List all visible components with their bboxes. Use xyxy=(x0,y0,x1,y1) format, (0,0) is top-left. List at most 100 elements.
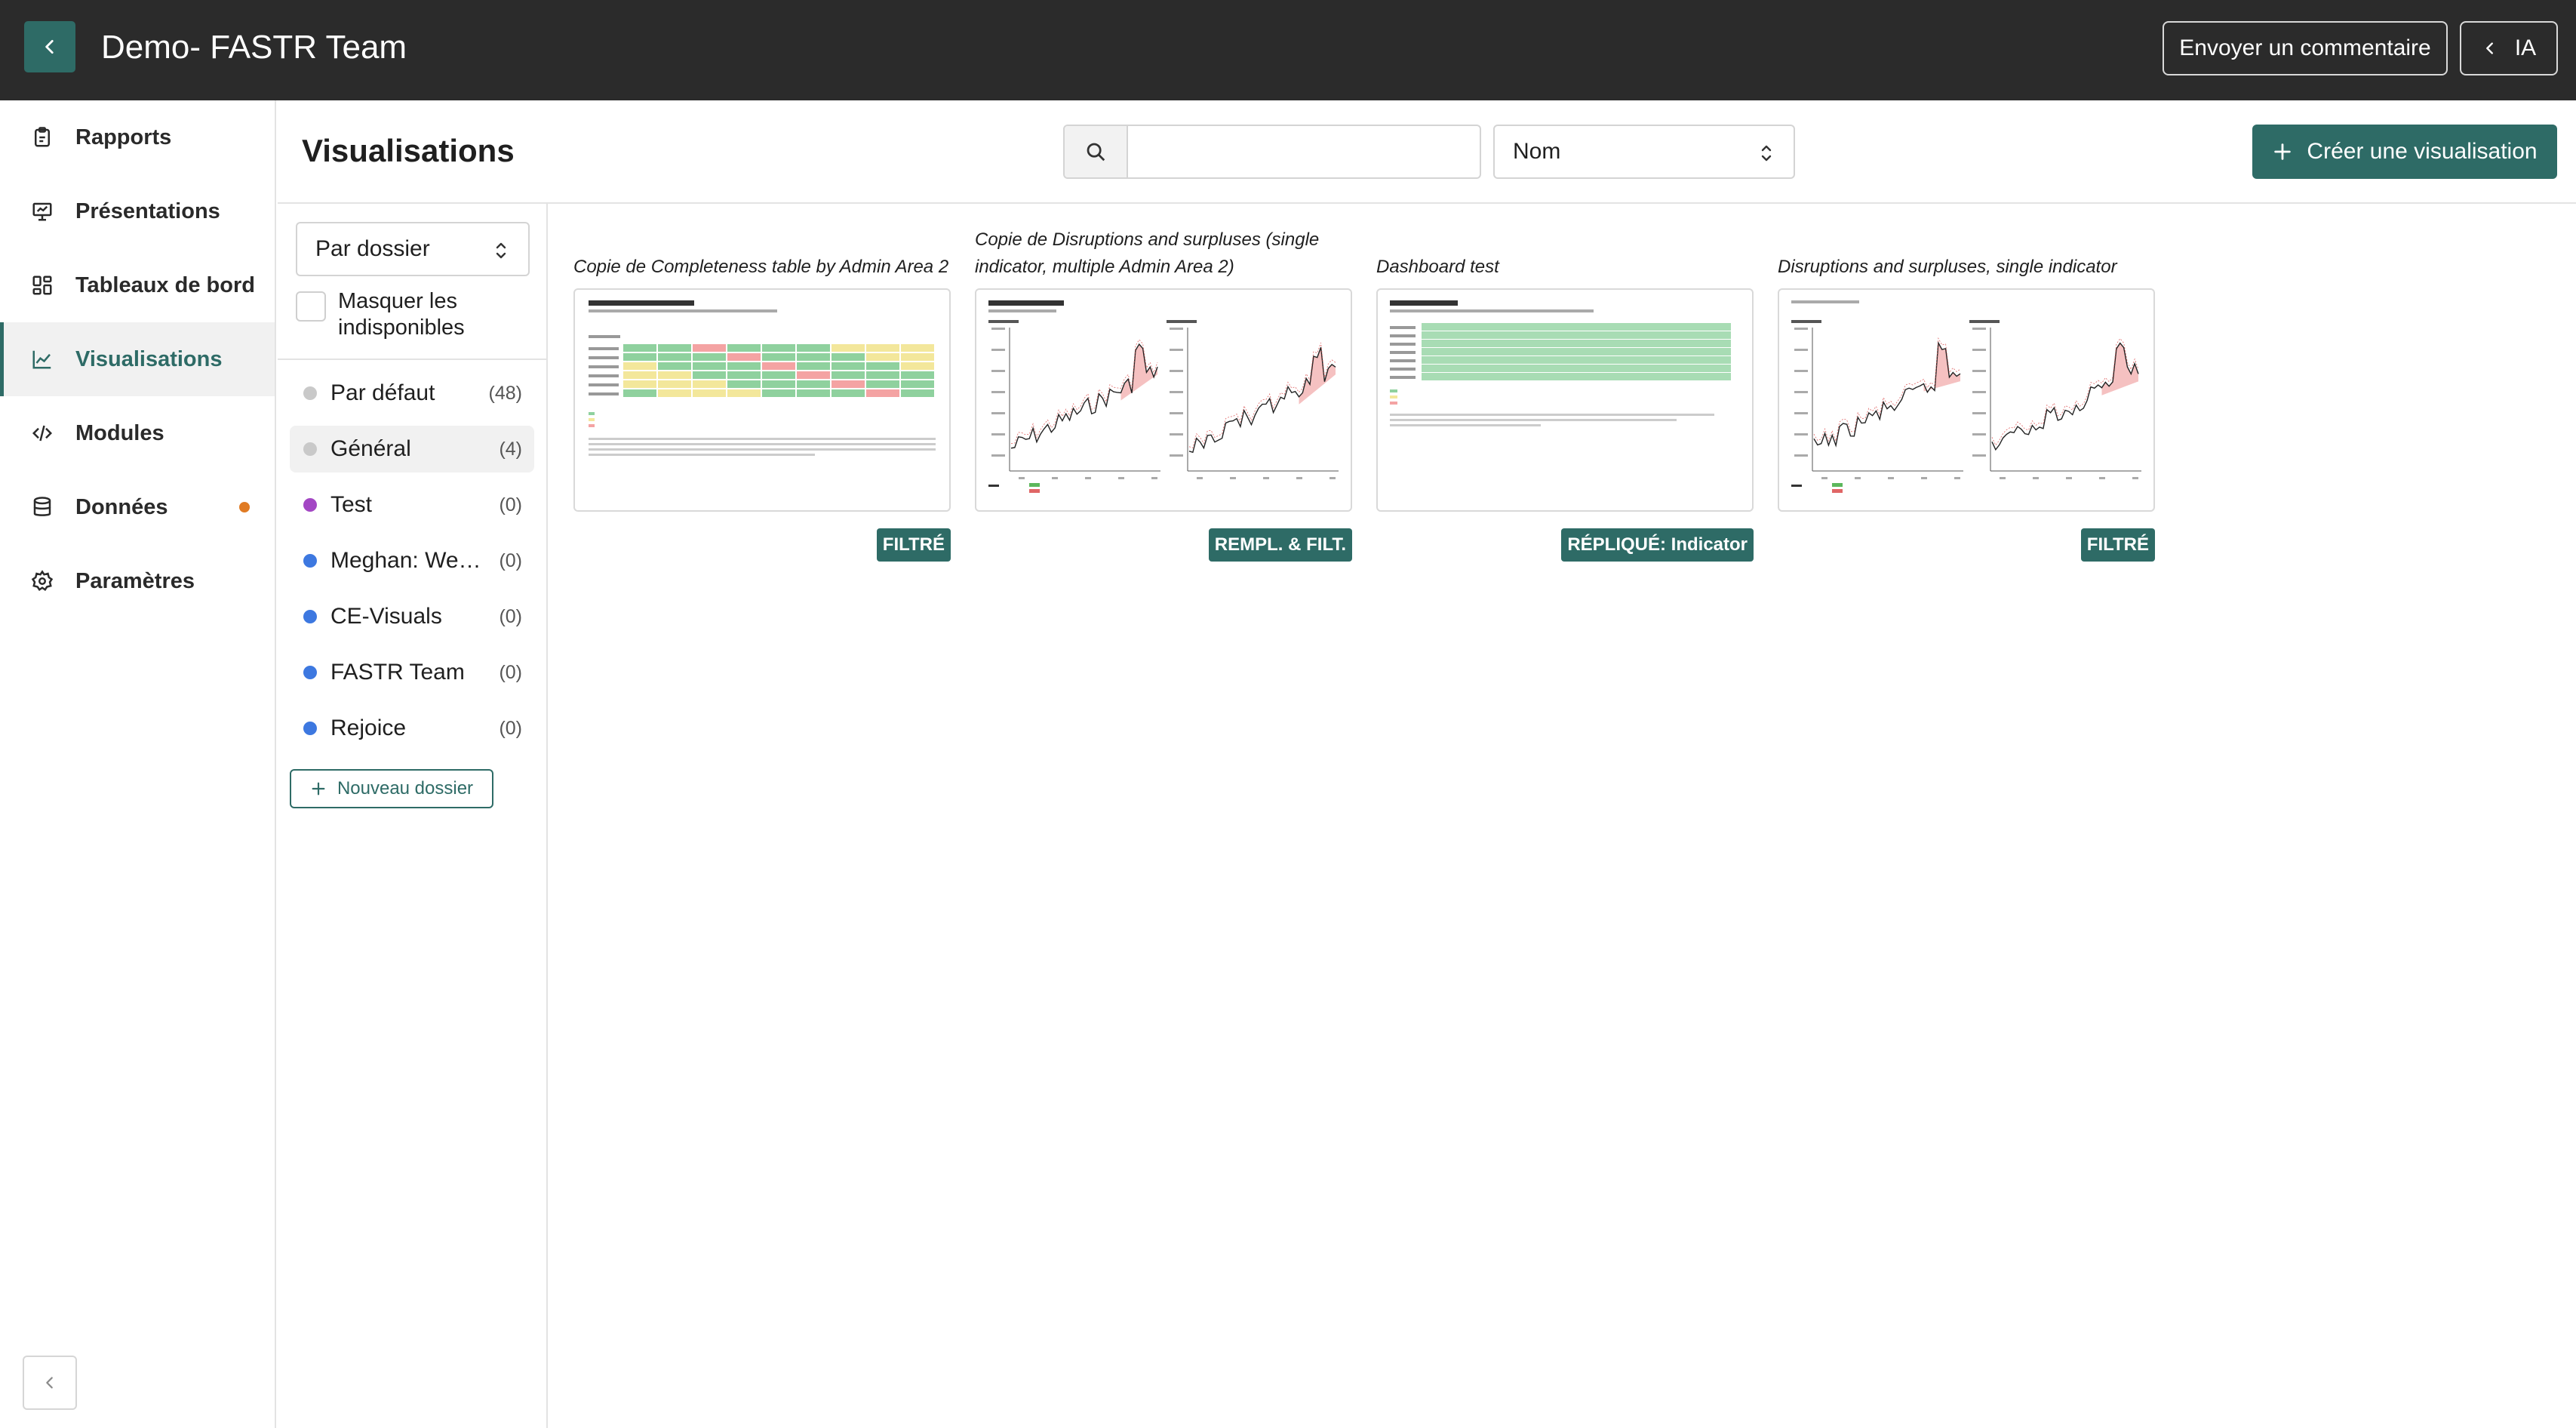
sidebar-item-label: Rapports xyxy=(75,125,172,149)
card-status-badge: FILTRÉ xyxy=(2080,528,2155,562)
plus-icon xyxy=(2274,143,2292,160)
folder-name: FASTR Team xyxy=(330,660,465,685)
line-chart-thumbnail-image xyxy=(988,300,1339,493)
divider xyxy=(278,359,546,360)
plus-icon xyxy=(312,782,325,796)
folder-color-dot xyxy=(303,442,317,456)
folder-name: Meghan: Webinar visuals xyxy=(330,548,489,573)
sidebar-item-label: Tableaux de bord xyxy=(75,272,255,297)
dqa-table-thumbnail-image xyxy=(1390,300,1731,426)
folder-count: (0) xyxy=(499,549,522,571)
chevron-left-icon xyxy=(45,40,54,54)
folder-count: (0) xyxy=(499,661,522,683)
folder-count: (0) xyxy=(499,605,522,627)
ia-label: IA xyxy=(2514,35,2537,60)
folder-item-rejoice[interactable]: Rejoice (0) xyxy=(290,705,534,752)
folder-count: (0) xyxy=(499,717,522,739)
folder-count: (48) xyxy=(488,382,522,404)
folder-item-ce-visuals[interactable]: CE-Visuals (0) xyxy=(290,593,534,640)
sidebar-item-tableaux-de-bord[interactable]: Tableaux de bord xyxy=(0,248,275,322)
new-folder-button[interactable]: Nouveau dossier xyxy=(290,769,493,808)
sidebar-item-modules[interactable]: Modules xyxy=(0,396,275,470)
sidebar-item-label: Modules xyxy=(75,420,164,445)
folder-name: Par défaut xyxy=(330,380,435,405)
folder-count: (4) xyxy=(499,438,522,460)
folder-item-test[interactable]: Test (0) xyxy=(290,482,534,528)
sidebar-item-label: Visualisations xyxy=(75,346,223,371)
sidebar-item-rapports[interactable]: Rapports xyxy=(0,100,275,174)
status-badge xyxy=(239,502,250,512)
page-title: Visualisations xyxy=(302,133,515,168)
hide-unavailable-label: Masquer les indisponibles xyxy=(338,289,465,340)
card-status-badge: FILTRÉ xyxy=(876,528,951,562)
folder-count: (0) xyxy=(499,494,522,515)
report-icon xyxy=(30,125,54,149)
folder-color-dot xyxy=(303,666,317,679)
folder-panel: Par dossier Masquer les indisponibles Pa… xyxy=(278,204,548,1428)
folder-name: Général xyxy=(330,436,411,461)
folder-color-dot xyxy=(303,554,317,568)
code-icon xyxy=(30,421,54,445)
folder-color-dot xyxy=(303,498,317,512)
chevron-left-icon xyxy=(46,1377,53,1389)
visualisation-card[interactable]: Dashboard test RÉPLIQUÉ: Indicator xyxy=(1376,226,1754,562)
sidebar-item-label: Présentations xyxy=(75,199,220,223)
visualisation-card[interactable]: Disruptions and surpluses, single indica… xyxy=(1778,226,2155,562)
folder-name: CE-Visuals xyxy=(330,604,442,629)
card-status-badge: REMPL. & FILT. xyxy=(1208,528,1352,562)
folder-item-par-defaut[interactable]: Par défaut (48) xyxy=(290,370,534,417)
card-title: Dashboard test xyxy=(1376,257,1499,277)
gear-icon xyxy=(30,569,54,593)
card-thumbnail[interactable] xyxy=(1778,288,2155,512)
card-title: Copie de Completeness table by Admin Are… xyxy=(573,257,949,277)
card-title: Disruptions and surpluses, single indica… xyxy=(1778,257,2117,277)
database-icon xyxy=(30,495,54,519)
top-bar: Demo- FASTR Team Envoyer un commentaire … xyxy=(0,0,2576,100)
create-visualisation-button[interactable]: Créer une visualisation xyxy=(2252,125,2557,179)
folder-item-meghan[interactable]: Meghan: Webinar visuals (0) xyxy=(290,537,534,584)
sort-selected-value: Nom xyxy=(1513,139,1561,164)
line-chart-thumbnail-image xyxy=(1791,300,2141,493)
search-box xyxy=(1063,125,1481,179)
card-title: Copie de Disruptions and surpluses (sing… xyxy=(975,229,1320,277)
sidebar-item-donnees[interactable]: Données xyxy=(0,470,275,544)
new-folder-label: Nouveau dossier xyxy=(337,778,474,799)
folder-name: Rejoice xyxy=(330,716,407,740)
folder-item-fastr-team[interactable]: FASTR Team (0) xyxy=(290,649,534,696)
folder-color-dot xyxy=(303,722,317,735)
card-thumbnail[interactable] xyxy=(975,288,1352,512)
chevron-left-icon xyxy=(2485,42,2493,54)
header-divider xyxy=(278,202,2576,204)
ia-toggle-button[interactable]: IA xyxy=(2460,21,2558,75)
folder-item-general[interactable]: Général (4) xyxy=(290,426,534,472)
card-thumbnail[interactable] xyxy=(573,288,951,512)
folder-grouping-value: Par dossier xyxy=(315,236,430,261)
sidebar-item-visualisations[interactable]: Visualisations xyxy=(0,322,275,396)
chart-line-icon xyxy=(30,347,54,371)
search-input[interactable] xyxy=(1128,126,1480,177)
chevron-up-down-icon xyxy=(1761,145,1772,162)
folder-color-dot xyxy=(303,386,317,400)
back-button[interactable] xyxy=(24,21,75,72)
sort-select[interactable]: Nom xyxy=(1493,125,1795,179)
table-thumbnail-image xyxy=(589,300,936,456)
search-icon xyxy=(1065,126,1128,177)
sidebar-item-presentations[interactable]: Présentations xyxy=(0,174,275,248)
hide-unavailable-checkbox[interactable] xyxy=(296,291,326,322)
visualisation-card[interactable]: Copie de Disruptions and surpluses (sing… xyxy=(975,226,1352,562)
sidebar: Rapports Présentations Tableaux de bord … xyxy=(0,100,276,1428)
sidebar-item-label: Données xyxy=(75,494,168,519)
collapse-sidebar-button[interactable] xyxy=(23,1356,77,1410)
create-visualisation-label: Créer une visualisation xyxy=(2307,139,2538,164)
sidebar-item-label: Paramètres xyxy=(75,568,195,593)
dashboard-icon xyxy=(30,273,54,297)
chevron-up-down-icon xyxy=(496,242,506,259)
folder-color-dot xyxy=(303,610,317,623)
folder-name: Test xyxy=(330,492,373,517)
hide-unavailable-option[interactable]: Masquer les indisponibles xyxy=(296,288,504,341)
sidebar-item-parametres[interactable]: Paramètres xyxy=(0,544,275,618)
card-thumbnail[interactable] xyxy=(1376,288,1754,512)
folder-grouping-select[interactable]: Par dossier xyxy=(296,222,530,276)
visualisation-card[interactable]: Copie de Completeness table by Admin Are… xyxy=(573,226,951,562)
feedback-button[interactable]: Envoyer un commentaire xyxy=(2163,21,2448,75)
